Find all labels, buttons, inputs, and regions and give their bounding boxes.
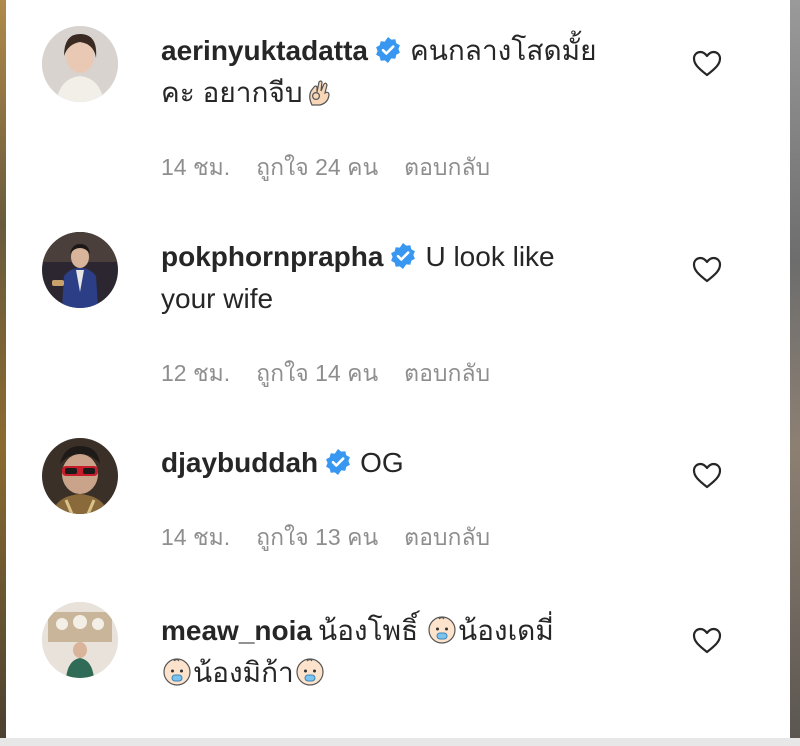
comment-meta: 14 ชม. ถูกใจ 24 คน ตอบกลับ [161, 150, 516, 186]
comment-text: U look like [425, 241, 555, 272]
baby-emoji [295, 657, 325, 687]
verified-badge-icon [324, 448, 352, 476]
comment-line: meaw_noia น้องโพธิ์ น้องเดมี่ [161, 610, 661, 652]
comment-text: OG [360, 447, 404, 478]
comment-meta: 12 ชม. ถูกใจ 14 คน ตอบกลับ [161, 356, 516, 392]
ok-hand-emoji [304, 77, 334, 107]
comment-text: คะ อยากจีบ [161, 77, 303, 108]
comment-likes[interactable]: ถูกใจ 24 คน [256, 154, 378, 180]
verified-badge-icon [374, 36, 402, 64]
comment-line: djaybuddah OG [161, 442, 661, 484]
comment-time: 14 ชม. [161, 524, 231, 550]
like-heart-icon[interactable] [692, 626, 722, 654]
avatar[interactable] [42, 232, 118, 308]
reply-button[interactable]: ตอบกลับ [404, 360, 490, 386]
avatar[interactable] [42, 26, 118, 102]
avatar[interactable] [42, 602, 118, 678]
comment-likes[interactable]: ถูกใจ 14 คน [256, 360, 378, 386]
username[interactable]: meaw_noia [161, 615, 312, 646]
username[interactable]: pokphornprapha [161, 241, 383, 272]
verified-badge-icon [389, 242, 417, 270]
comments-list[interactable]: aerinyuktadatta คนกลางโสดมั้ย คะ อยากจีบ … [6, 0, 790, 746]
like-heart-icon[interactable] [692, 461, 722, 489]
comment-body: meaw_noia น้องโพธิ์ น้องเดมี่ น้องมิก้า [161, 610, 661, 694]
comment-text: your wife [161, 283, 274, 314]
comment-time: 14 ชม. [161, 154, 231, 180]
avatar[interactable] [42, 438, 118, 514]
reply-button[interactable]: ตอบกลับ [404, 154, 490, 180]
comment-text: น้องมิก้า [193, 657, 294, 688]
comment-line: aerinyuktadatta คนกลางโสดมั้ย [161, 30, 661, 72]
comment-line: น้องมิก้า [161, 652, 661, 694]
reply-button[interactable]: ตอบกลับ [404, 524, 490, 550]
like-heart-icon[interactable] [692, 49, 722, 77]
comment-text: น้องเดมี่ [457, 615, 554, 646]
baby-emoji [427, 615, 457, 645]
comment-text: น้องโพธิ์ [317, 615, 419, 646]
window-bottom-edge [0, 738, 800, 746]
comment-line: pokphornprapha U look like [161, 236, 661, 278]
comment-line: คะ อยากจีบ [161, 72, 661, 114]
comment-time: 12 ชม. [161, 360, 231, 386]
comment-line: your wife [161, 278, 661, 320]
comment-text: คนกลางโสดมั้ย [409, 35, 597, 66]
background-photo-edge-right [790, 0, 800, 746]
username[interactable]: aerinyuktadatta [161, 35, 368, 66]
comment-likes[interactable]: ถูกใจ 13 คน [256, 524, 378, 550]
comment-body: djaybuddah OG [161, 442, 661, 484]
baby-emoji [162, 657, 192, 687]
comment-body: pokphornprapha U look like your wife [161, 236, 661, 320]
comment-meta: 14 ชม. ถูกใจ 13 คน ตอบกลับ [161, 520, 516, 556]
like-heart-icon[interactable] [692, 255, 722, 283]
comment-body: aerinyuktadatta คนกลางโสดมั้ย คะ อยากจีบ [161, 30, 661, 114]
username[interactable]: djaybuddah [161, 447, 318, 478]
